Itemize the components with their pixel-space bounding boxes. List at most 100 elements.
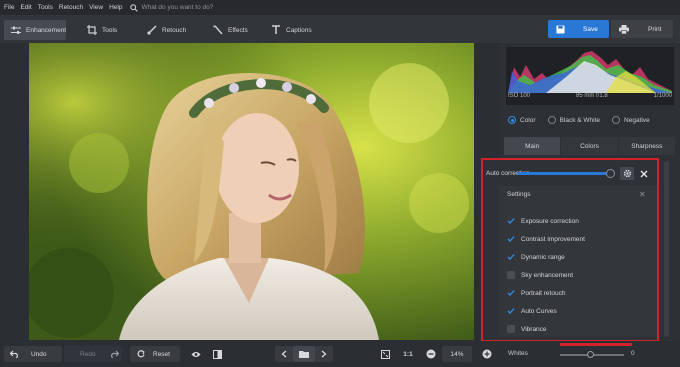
mode-black-white[interactable]: Black & White — [547, 116, 601, 124]
save-label: Save — [583, 25, 598, 33]
printer-icon — [619, 24, 629, 34]
preview-button[interactable] — [187, 346, 205, 362]
tab-enhancement-label: Enhancement — [26, 26, 67, 34]
zoom-in-button[interactable] — [480, 346, 494, 362]
iso-value: ISO 100 — [508, 93, 531, 99]
whites-value: 0 — [631, 350, 635, 357]
tab-effects[interactable]: Effects — [206, 20, 268, 40]
subtab-main[interactable]: Main — [504, 137, 561, 155]
reset-icon — [137, 350, 145, 358]
radio-icon — [612, 116, 621, 124]
option-label: Sky enhancement — [521, 271, 574, 279]
zoom-level-field[interactable]: 14% — [442, 346, 472, 362]
chevron-right-icon — [321, 350, 327, 358]
option-exposure-correction[interactable]: Exposure correction — [507, 216, 579, 226]
panel-scrollbar[interactable] — [664, 161, 669, 337]
shutter-value: 1/1000 — [653, 93, 672, 99]
tab-retouch-label: Retouch — [162, 26, 187, 34]
gear-icon — [623, 169, 631, 178]
tab-captions[interactable]: Captions — [264, 20, 326, 40]
exif-info: ISO 100 85 mm f/1.8 1/1000 — [506, 93, 674, 103]
settings-title: Settings — [507, 191, 531, 198]
reset-button[interactable]: Reset — [130, 346, 180, 362]
tab-tools[interactable]: Tools — [80, 20, 142, 40]
settings-close-icon[interactable]: ✕ — [639, 190, 646, 199]
menu-edit[interactable]: Edit — [20, 4, 31, 11]
option-label: Exposure correction — [521, 217, 579, 225]
mode-negative-label: Negative — [624, 116, 650, 124]
tab-effects-label: Effects — [228, 26, 248, 34]
auto-correction-popup: Auto correction Settings ✕ Exposure corr… — [481, 158, 659, 342]
undo-icon — [10, 350, 18, 358]
option-contrast-improvement[interactable]: Contrast improvement — [507, 234, 585, 244]
option-label: Vibrance — [521, 325, 547, 333]
magic-wand-icon — [213, 25, 223, 35]
zoom-out-button[interactable] — [424, 346, 438, 362]
open-folder-button[interactable] — [293, 346, 315, 362]
tab-retouch[interactable]: Retouch — [140, 20, 202, 40]
settings-panel: Settings ✕ Exposure correction Contrast … — [499, 186, 657, 336]
menu-tools[interactable]: Tools — [38, 4, 53, 11]
adjust-subtabs: Main Colors Sharpness — [504, 137, 676, 155]
brush-icon — [147, 25, 157, 35]
option-vibrance[interactable]: Vibrance — [507, 324, 547, 334]
auto-correction-slider[interactable] — [517, 172, 613, 175]
subtab-colors[interactable]: Colors — [561, 137, 618, 155]
print-button[interactable]: Print — [611, 20, 673, 38]
lens-value: 85 mm f/1.8 — [575, 93, 608, 99]
option-label: Dynamic range — [521, 253, 565, 261]
redo-icon — [110, 350, 119, 358]
checkbox-empty-icon — [507, 271, 515, 279]
option-sky-enhancement[interactable]: Sky enhancement — [507, 270, 573, 280]
settings-button[interactable] — [620, 167, 634, 180]
redo-label: Redo — [80, 350, 96, 358]
undo-label: Undo — [31, 350, 47, 358]
check-icon — [507, 217, 515, 225]
checkbox-empty-icon — [507, 325, 515, 333]
mode-bw-label: Black & White — [559, 116, 601, 124]
zoom-one-to-one-button[interactable]: 1:1 — [398, 346, 418, 362]
previous-photo-button[interactable] — [275, 346, 293, 362]
tab-enhancement[interactable]: Enhancement — [4, 20, 66, 40]
menu-bar: File Edit Tools Retouch View Help What d… — [0, 0, 680, 15]
sliders-icon — [11, 25, 21, 35]
subtab-sharpness[interactable]: Sharpness — [618, 137, 675, 155]
option-portrait-retouch[interactable]: Portrait retouch — [507, 288, 565, 298]
reset-label: Reset — [153, 350, 170, 358]
color-mode-selector: Color Black & White Negative — [500, 113, 680, 127]
tab-captions-label: Captions — [286, 26, 312, 34]
next-photo-button[interactable] — [315, 346, 333, 362]
check-icon — [507, 253, 515, 261]
print-label: Print — [648, 25, 662, 33]
menu-view[interactable]: View — [89, 4, 103, 11]
option-label: Portrait retouch — [521, 289, 566, 297]
minus-circle-icon — [426, 349, 436, 359]
option-dynamic-range[interactable]: Dynamic range — [507, 252, 565, 262]
whites-slider-handle[interactable] — [587, 351, 594, 358]
menu-retouch[interactable]: Retouch — [59, 4, 83, 11]
menu-file[interactable]: File — [4, 4, 14, 11]
auto-correction-slider-handle[interactable] — [606, 169, 615, 178]
plus-circle-icon — [482, 349, 492, 359]
search-placeholder: What do you want to do? — [141, 4, 214, 11]
save-icon — [556, 24, 565, 34]
option-label: Auto Curves — [521, 307, 557, 315]
mode-color[interactable]: Color — [508, 116, 536, 124]
compare-button[interactable] — [208, 346, 226, 362]
option-auto-curves[interactable]: Auto Curves — [507, 306, 557, 316]
radio-selected-icon — [508, 116, 516, 124]
photo-canvas[interactable] — [0, 43, 500, 341]
option-label: Contrast improvement — [521, 235, 585, 243]
fit-to-screen-button[interactable] — [376, 346, 394, 362]
save-button[interactable]: Save — [548, 20, 609, 38]
tab-tools-label: Tools — [102, 26, 118, 34]
mode-negative[interactable]: Negative — [612, 116, 650, 124]
search-box[interactable]: What do you want to do? — [130, 3, 214, 12]
check-icon — [507, 289, 515, 297]
redo-button[interactable]: Redo — [64, 346, 122, 362]
menu-help[interactable]: Help — [109, 4, 122, 11]
eye-icon — [191, 351, 201, 357]
close-button[interactable] — [637, 167, 651, 180]
check-icon — [507, 307, 515, 315]
undo-button[interactable]: Undo — [4, 346, 62, 362]
